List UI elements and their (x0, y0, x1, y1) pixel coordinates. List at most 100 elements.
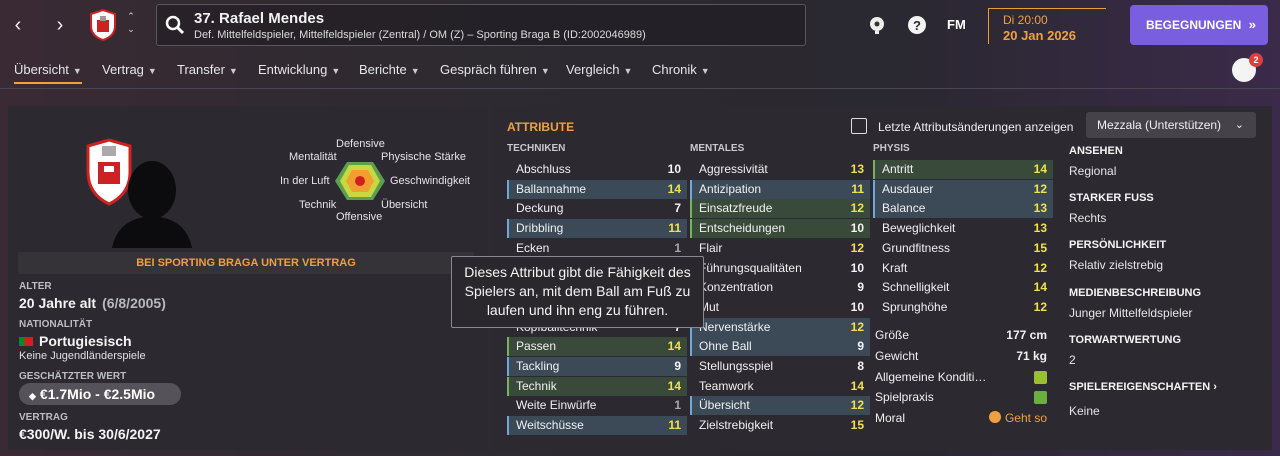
attribute-value: 11 (668, 221, 681, 236)
personality-label: PERSÖNLICHKEIT (1069, 239, 1167, 251)
attribute-row[interactable]: Weite Einwürfe 1 (507, 396, 687, 415)
tab-interaction[interactable]: Gespräch führen ▼ (440, 62, 550, 77)
player-header[interactable]: 37. Rafael Mendes Def. Mittelfeldspieler… (156, 4, 806, 46)
attribute-row[interactable]: Dribbling 11 (507, 219, 687, 239)
attribute-row[interactable]: Beweglichkeit 13 (873, 219, 1053, 238)
attribute-row[interactable]: Aggressivität 13 (690, 160, 870, 179)
attribute-value: 9 (674, 359, 681, 373)
attribute-row[interactable]: Ausdauer 12 (873, 179, 1053, 199)
traits-label: SPIELEREIGENSCHAFTEN (1069, 381, 1211, 393)
attribute-row[interactable]: Weitschüsse 11 (507, 416, 687, 436)
attribute-row[interactable]: Nervenstärke 12 (690, 317, 870, 337)
tab-development[interactable]: Entwicklung ▼ (258, 62, 340, 77)
tab-transfer[interactable]: Transfer ▼ (177, 62, 238, 77)
attribute-row[interactable]: Konzentration 9 (690, 278, 870, 297)
technical-header: TECHNIKEN (507, 143, 566, 154)
nationality-note: Keine Jugendländerspiele (19, 350, 146, 362)
attribute-value: 15 (1033, 240, 1047, 255)
attribute-row[interactable]: Zielstrebigkeit 15 (690, 416, 870, 435)
attribute-name: Beweglichkeit (882, 221, 956, 236)
contract-label: VERTRAG (19, 412, 68, 423)
attribute-row[interactable]: Passen 14 (507, 337, 687, 357)
age-value: 20 Jahre alt (6/8/2005) (19, 295, 166, 311)
tab-label: Vergleich (566, 62, 620, 77)
birthdate: (6/8/2005) (102, 295, 166, 311)
pitch-label-vision: Übersicht (381, 199, 428, 211)
morale-value[interactable]: Geht so (988, 411, 1047, 425)
contract-value: €300/W. bis 30/6/2027 (19, 426, 161, 442)
attribute-row[interactable]: Ecken 1 (507, 239, 687, 258)
back-arrow-icon[interactable]: ‹ (8, 14, 28, 36)
attribute-row[interactable]: Mut 10 (690, 298, 870, 317)
continue-button[interactable]: BEGEGNUNGEN » (1130, 5, 1268, 45)
attribute-name: Führungsqualitäten (699, 260, 802, 275)
tab-history[interactable]: Chronik ▼ (652, 62, 710, 77)
pitch-label-speed: Geschwindigkeit (390, 175, 471, 187)
role-dropdown[interactable]: Mezzala (Unterstützen) ⌄ (1086, 112, 1256, 138)
attribute-name: Aggressivität (699, 162, 768, 176)
attribute-row[interactable]: Balance 13 (873, 199, 1053, 219)
attribute-row[interactable]: Grundfitness 15 (873, 239, 1053, 258)
tab-label: Übersicht (14, 62, 69, 77)
chevron-down-icon: ▼ (700, 66, 710, 76)
match-practice-row: Spielpraxis (875, 390, 1051, 404)
condition-label: Allgemeine Konditi… (875, 370, 987, 384)
fm-menu[interactable]: FM (947, 17, 966, 32)
player-name: 37. Rafael Mendes (194, 10, 325, 27)
attribute-value: 14 (667, 181, 681, 196)
attribute-name: Nervenstärke (699, 319, 771, 334)
attribute-value: 11 (851, 181, 864, 196)
attribute-row[interactable]: Tackling 9 (507, 357, 687, 376)
tab-overview[interactable]: Übersicht ▼ (14, 62, 82, 84)
game-date-text: 20 Jan 2026 (1003, 28, 1077, 43)
attribute-tooltip: Dieses Attribut gibt die Fähigkeit des S… (451, 256, 704, 328)
attribute-row[interactable]: Kraft 12 (873, 259, 1053, 278)
traits-link[interactable]: SPIELEREIGENSCHAFTEN › (1069, 381, 1217, 393)
attribute-row[interactable]: Technik 14 (507, 376, 687, 396)
tab-reports[interactable]: Berichte ▼ (359, 62, 420, 77)
media-label: MEDIENBESCHREIBUNG (1069, 287, 1202, 299)
chevron-down-icon: ▼ (72, 66, 82, 76)
attribute-row[interactable]: Entscheidungen 10 (690, 219, 870, 239)
attribute-name: Kraft (882, 260, 908, 275)
attribute-row[interactable]: Ohne Ball 9 (690, 337, 870, 357)
help-icon[interactable]: ? (907, 15, 927, 35)
estimated-value-pill[interactable]: ◆ €1.7Mio - €2.5Mio (19, 383, 181, 405)
chevron-down-icon: ⌄ (1234, 119, 1244, 131)
attribute-row[interactable]: Antritt 14 (873, 160, 1053, 179)
attribute-row[interactable]: Teamwork 14 (690, 377, 870, 396)
player-switch-icon[interactable]: ⌃ ⌄ (124, 10, 138, 36)
attribute-row[interactable]: Sprunghöhe 12 (873, 298, 1053, 317)
attribute-row[interactable]: Stellungsspiel 8 (690, 357, 870, 376)
condition-row: Allgemeine Konditi… (875, 370, 1051, 384)
tab-comparison[interactable]: Vergleich ▼ (566, 62, 632, 77)
height-value: 177 cm (1006, 328, 1047, 342)
attribute-row[interactable]: Antizipation 11 (690, 179, 870, 199)
chevron-down-icon: ▼ (147, 66, 157, 76)
attribute-name: Sprunghöhe (882, 299, 948, 314)
club-crest-icon[interactable] (88, 8, 118, 42)
attribute-row[interactable]: Deckung 7 (507, 199, 687, 218)
game-date[interactable]: Di 20:00 20 Jan 2026 (988, 8, 1106, 44)
attribute-row[interactable]: Führungsqualitäten 10 (690, 259, 870, 278)
tab-contract[interactable]: Vertrag ▼ (102, 62, 157, 77)
attribute-row[interactable]: Flair 12 (690, 239, 870, 258)
attribute-row[interactable]: Abschluss 10 (507, 160, 687, 179)
attribute-name: Konzentration (699, 280, 774, 295)
attribute-row[interactable]: Übersicht 12 (690, 396, 870, 416)
attribute-row[interactable]: Ballannahme 14 (507, 179, 687, 199)
condition-heart-icon (1034, 371, 1047, 384)
pitch-label-defensive: Defensive (336, 138, 385, 150)
age-text: 20 Jahre alt (19, 295, 97, 311)
attribute-value: 12 (1033, 181, 1047, 196)
ball-icon[interactable] (867, 15, 887, 35)
nationality-value[interactable]: Portugiesisch (19, 333, 132, 349)
attribute-value: 12 (850, 319, 864, 334)
show-changes-checkbox[interactable] (851, 118, 867, 134)
diamond-icon: ◆ (29, 391, 36, 401)
forward-arrow-icon[interactable]: › (50, 14, 70, 36)
attribute-row[interactable]: Schnelligkeit 14 (873, 278, 1053, 297)
morale-row: Moral Geht so (875, 411, 1051, 425)
attribute-row[interactable]: Einsatzfreude 12 (690, 199, 870, 219)
attribute-name: Stellungsspiel (699, 359, 774, 373)
